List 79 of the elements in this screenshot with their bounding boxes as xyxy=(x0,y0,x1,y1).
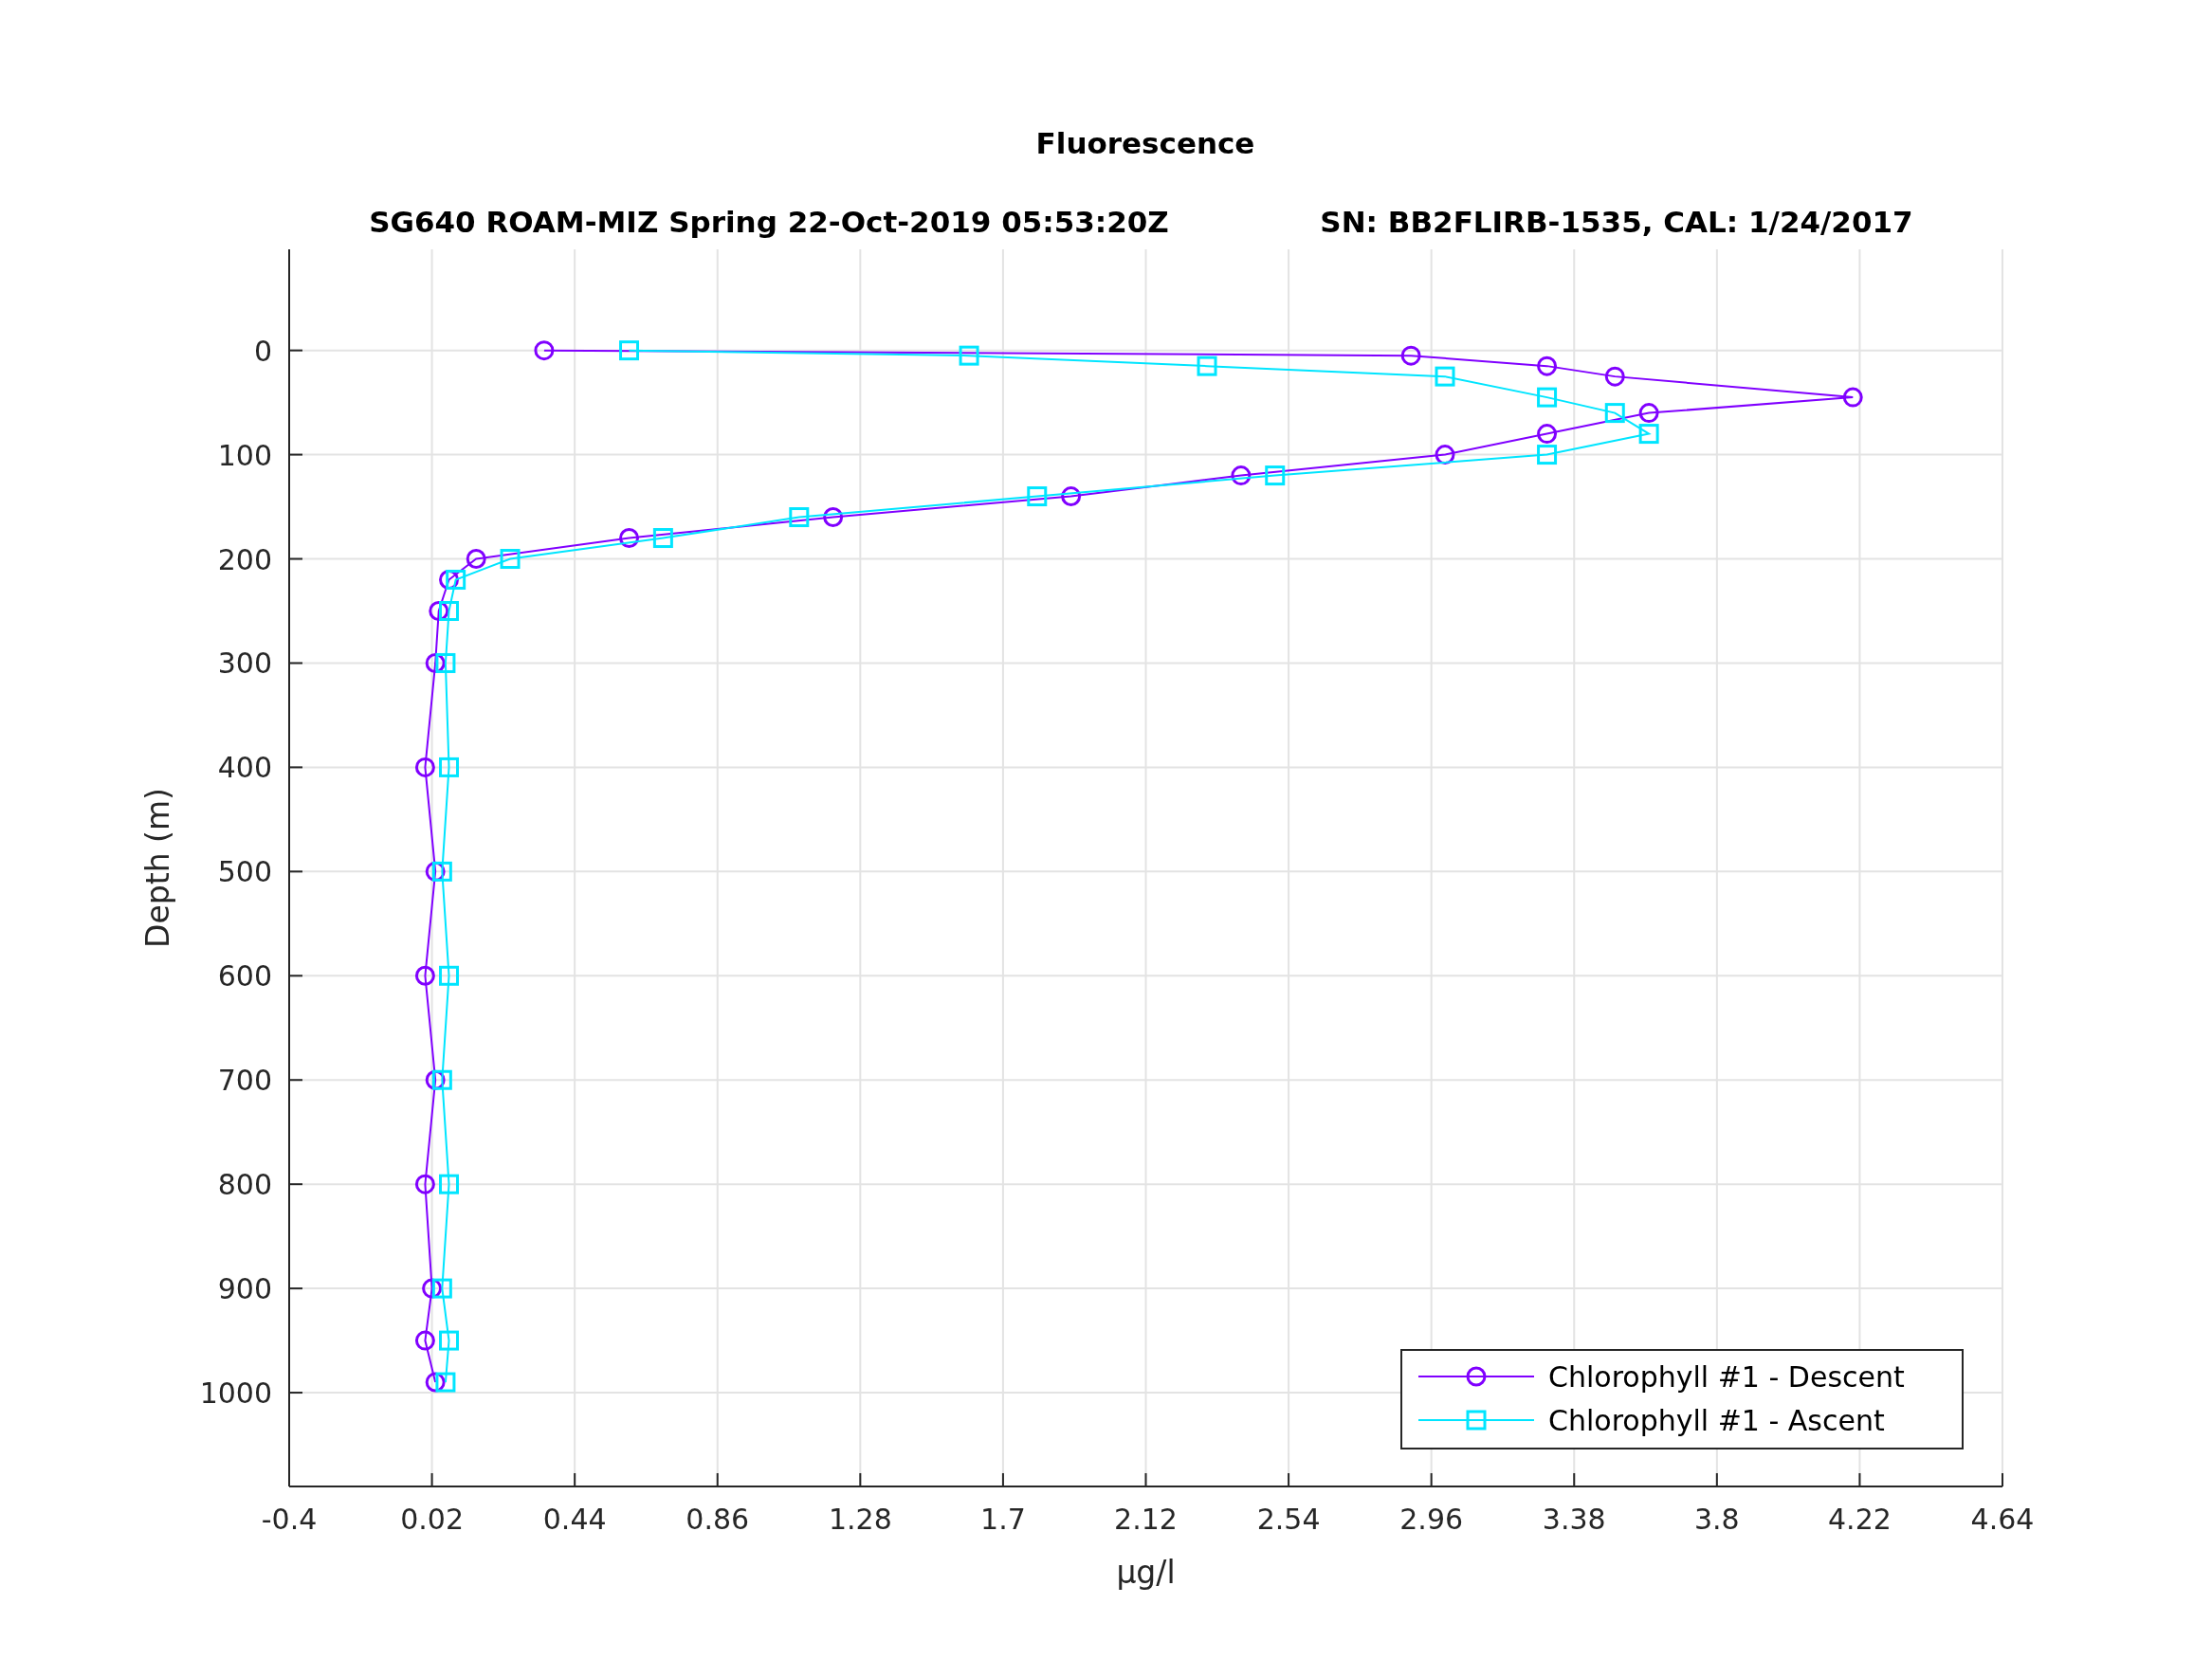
chart-subtitle: SN: BB2FLIRB-1535, CAL: 1/24/2017 xyxy=(1320,205,1913,239)
data-point xyxy=(425,1372,446,1393)
data-point xyxy=(1537,387,1558,408)
data-point xyxy=(425,652,446,673)
tick-label: 100 xyxy=(217,438,272,472)
data-point xyxy=(431,861,452,882)
data-point xyxy=(500,549,521,570)
data-point xyxy=(1435,366,1455,387)
tick-label: 2.96 xyxy=(1399,1503,1464,1536)
data-point xyxy=(439,757,459,777)
tick-label: 1.28 xyxy=(828,1503,892,1536)
data-point xyxy=(466,549,486,570)
data-point xyxy=(425,1069,446,1090)
tick-label: 200 xyxy=(217,542,272,576)
tick-label: 0 xyxy=(253,334,272,368)
data-point xyxy=(431,1278,452,1299)
tick-label: 600 xyxy=(217,959,272,994)
tick-label: 800 xyxy=(217,1168,272,1202)
tick-label: 0.44 xyxy=(542,1503,607,1536)
data-point xyxy=(1400,345,1421,366)
data-point xyxy=(431,1069,452,1090)
tick-label: 3.8 xyxy=(1693,1503,1740,1536)
data-point xyxy=(439,601,459,621)
tick-label: 4.64 xyxy=(1970,1503,2035,1536)
data-point xyxy=(1027,486,1048,507)
data-point xyxy=(435,652,456,673)
tick-label: 1.7 xyxy=(980,1503,1026,1536)
tick-label: 2.12 xyxy=(1114,1503,1178,1536)
data-point xyxy=(652,528,673,549)
data-point xyxy=(439,965,459,986)
data-point xyxy=(439,1330,459,1351)
tick-label: 3.38 xyxy=(1542,1503,1606,1536)
data-point xyxy=(425,861,446,882)
data-point xyxy=(1537,445,1558,465)
tick-label: 400 xyxy=(217,751,272,785)
legend-label: Chlorophyll #1 - Descent xyxy=(1548,1360,1905,1394)
chart-title: Fluorescence xyxy=(1035,126,1255,160)
data-point xyxy=(414,1174,435,1194)
axis-title: μg/l xyxy=(1116,1554,1176,1591)
data-point xyxy=(1638,403,1659,424)
data-point xyxy=(422,1278,443,1299)
tick-label: 0.02 xyxy=(400,1503,464,1536)
tick-label: 0.86 xyxy=(686,1503,750,1536)
tick-label: -0.4 xyxy=(261,1503,318,1536)
data-point xyxy=(1061,486,1082,507)
data-point xyxy=(1604,366,1625,387)
data-point xyxy=(1265,465,1286,486)
tick-label: 500 xyxy=(217,855,272,889)
tick-label: 2.54 xyxy=(1256,1503,1321,1536)
tick-label: 1000 xyxy=(199,1376,272,1411)
data-point xyxy=(439,570,459,590)
data-point xyxy=(435,1372,456,1393)
data-point xyxy=(414,1330,435,1351)
tick-label: 300 xyxy=(217,647,272,681)
tick-label: 900 xyxy=(217,1272,272,1306)
data-point xyxy=(1842,387,1863,408)
data-point xyxy=(823,507,844,528)
data-point xyxy=(429,601,449,621)
data-point xyxy=(1537,424,1558,445)
tick-label: 700 xyxy=(217,1064,272,1098)
data-point xyxy=(439,1174,459,1194)
data-point xyxy=(1197,356,1217,376)
axis-title: Depth (m) xyxy=(139,788,176,948)
data-point xyxy=(959,345,979,366)
data-point xyxy=(446,570,466,590)
data-point xyxy=(1537,356,1558,376)
chart-subtitle: SG640 ROAM-MIZ Spring 22-Oct-2019 05:53:20Z xyxy=(369,205,1169,239)
legend-label: Chlorophyll #1 - Ascent xyxy=(1548,1404,1885,1437)
data-point xyxy=(534,340,555,361)
data-point xyxy=(1435,445,1455,465)
data-point xyxy=(1638,424,1659,445)
data-point xyxy=(1231,465,1252,486)
data-point xyxy=(414,965,435,986)
data-point xyxy=(619,528,640,549)
data-point xyxy=(789,507,810,528)
tick-label: 4.22 xyxy=(1828,1503,1892,1536)
data-point xyxy=(1604,403,1625,424)
data-point xyxy=(619,340,640,361)
data-point xyxy=(414,757,435,777)
